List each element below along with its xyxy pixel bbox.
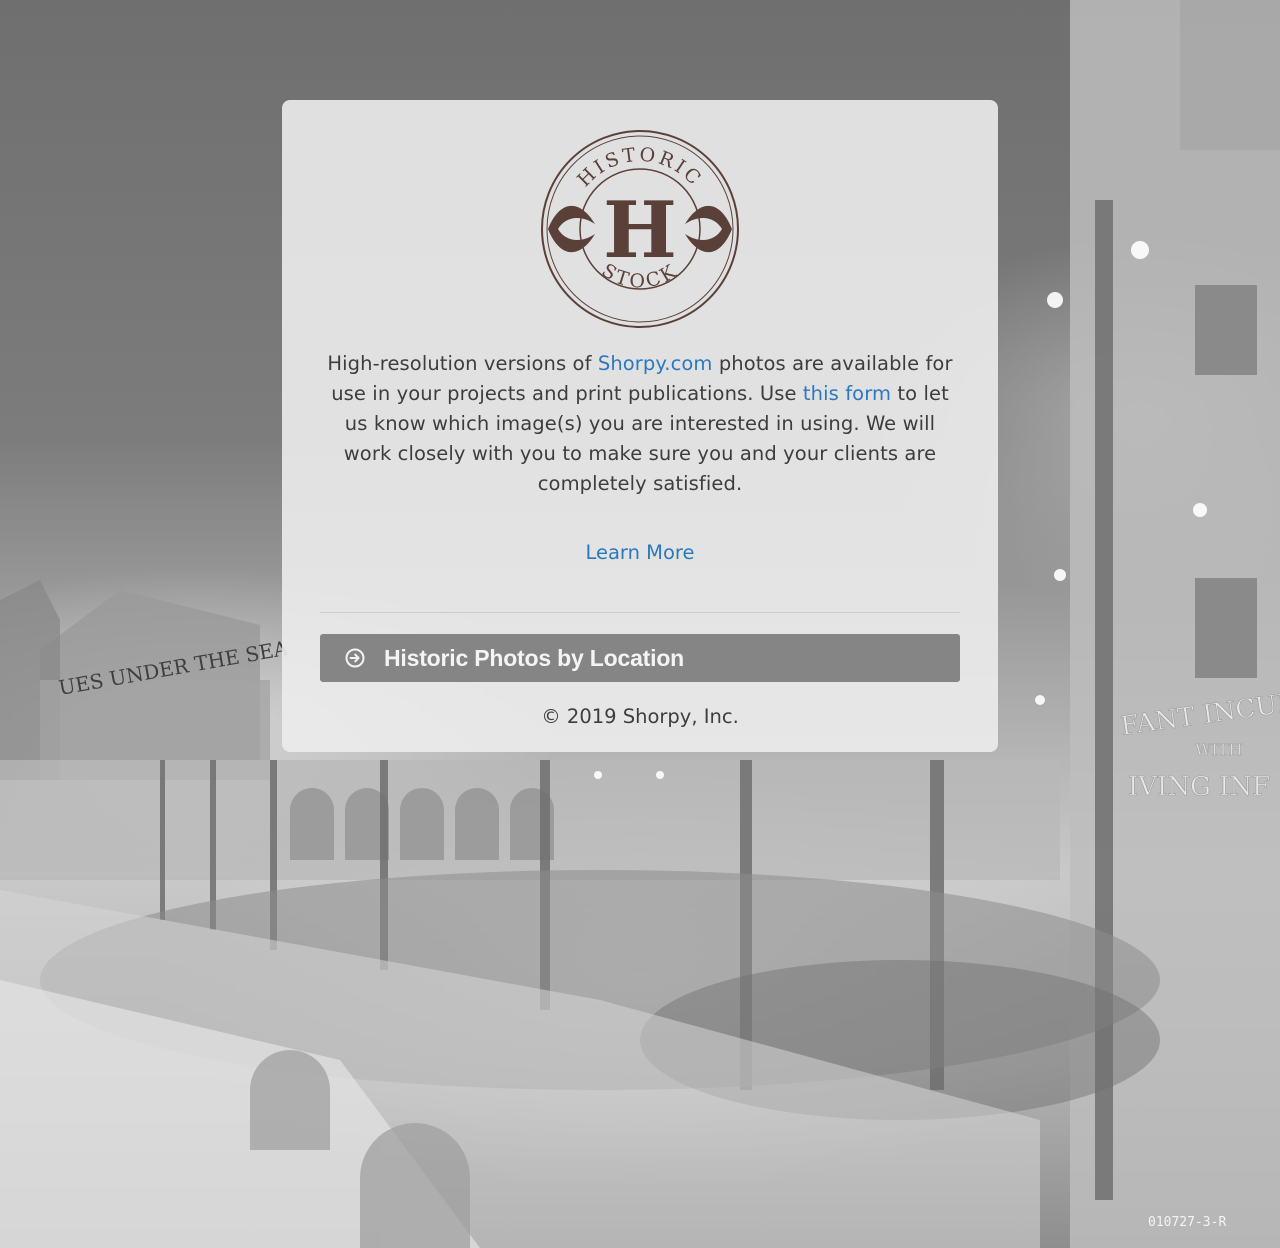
sign-with: WITH [1195, 740, 1242, 759]
historic-stock-logo: HISTORIC STOCK H [541, 130, 739, 328]
intro-text-1: High-resolution versions of [327, 352, 598, 375]
location-button-label: Historic Photos by Location [384, 644, 685, 671]
stock-photo-card: HISTORIC STOCK H High-resolution version… [282, 100, 998, 752]
historic-photos-by-location-button[interactable]: Historic Photos by Location [320, 634, 960, 682]
negative-number: 010727-3-R [1148, 1215, 1226, 1230]
copyright-text: © 2019 Shorpy, Inc. [541, 705, 739, 728]
shorpy-link[interactable]: Shorpy.com [598, 352, 713, 375]
sign-living-infants: IVING INF [1128, 772, 1270, 802]
logo-monogram: H [603, 185, 677, 276]
intro-paragraph: High-resolution versions of Shorpy.com p… [320, 349, 960, 499]
learn-more-link[interactable]: Learn More [282, 538, 998, 568]
divider [320, 612, 960, 613]
request-form-link[interactable]: this form [803, 382, 891, 405]
circle-arrow-right-icon [345, 648, 365, 668]
